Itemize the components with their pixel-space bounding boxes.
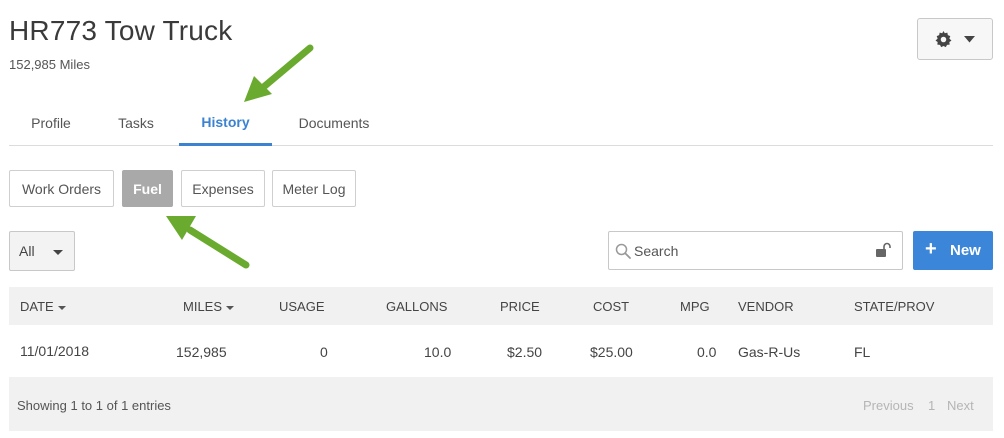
column-header-state[interactable]: STATE/PROV	[854, 299, 934, 314]
arrow-annotation	[166, 216, 250, 269]
column-header-price[interactable]: PRICE	[500, 299, 540, 314]
column-header-date[interactable]: DATE	[20, 299, 66, 314]
table-footer: Showing 1 to 1 of 1 entries Previous 1 N…	[9, 377, 993, 431]
cell-usage: 0	[320, 344, 328, 360]
search-box	[608, 231, 903, 270]
cell-mpg: 0.0	[697, 344, 717, 360]
cell-gallons: 10.0	[424, 344, 452, 360]
cell-state: FL	[854, 344, 871, 360]
cell-miles: 152,985	[176, 344, 227, 360]
pager-next[interactable]: Next	[947, 398, 974, 413]
arrow-annotation	[244, 44, 314, 102]
entries-info: Showing 1 to 1 of 1 entries	[17, 398, 171, 413]
search-input[interactable]	[634, 232, 869, 269]
filter-select[interactable]: All	[9, 231, 75, 271]
main-tabs: Profile Tasks History Documents	[9, 100, 993, 146]
vehicle-mileage: 152,985 Miles	[9, 57, 90, 72]
table-header: DATE MILES USAGE GALLONS PRICE COST MPG …	[9, 287, 993, 325]
search-icon	[615, 243, 631, 264]
subtab-fuel[interactable]: Fuel	[122, 170, 173, 207]
chevron-down-icon	[53, 250, 63, 255]
new-button[interactable]: + New	[913, 231, 993, 270]
sort-caret-icon	[57, 305, 66, 310]
table-row[interactable]: 11/01/2018 152,985 0 10.0 $2.50 $25.00 0…	[9, 325, 993, 377]
subtab-meter-log[interactable]: Meter Log	[272, 170, 356, 207]
cell-cost: $25.00	[590, 344, 633, 360]
settings-dropdown-button[interactable]	[917, 18, 993, 60]
column-header-miles[interactable]: MILES	[183, 299, 235, 314]
gear-icon	[935, 30, 952, 48]
filter-select-value: All	[19, 243, 35, 259]
cell-price: $2.50	[507, 344, 543, 360]
new-button-label: New	[950, 242, 981, 259]
tab-tasks[interactable]: Tasks	[97, 100, 175, 146]
page-title: HR773 Tow Truck	[9, 15, 233, 46]
subtab-work-orders[interactable]: Work Orders	[9, 170, 114, 207]
chevron-down-icon	[964, 35, 975, 43]
pager-page-1[interactable]: 1	[928, 398, 935, 413]
column-header-gallons[interactable]: GALLONS	[386, 299, 447, 314]
cell-vendor: Gas-R-Us	[738, 344, 801, 360]
pager-previous[interactable]: Previous	[863, 398, 914, 413]
plus-icon: +	[925, 238, 937, 260]
lock-icon[interactable]	[875, 242, 893, 263]
column-header-vendor[interactable]: VENDOR	[738, 299, 794, 314]
subtab-expenses[interactable]: Expenses	[181, 170, 265, 207]
cell-date: 11/01/2018	[20, 343, 90, 359]
sort-caret-icon	[226, 305, 235, 310]
column-header-cost[interactable]: COST	[593, 299, 629, 314]
column-header-mpg[interactable]: MPG	[680, 299, 710, 314]
tab-profile[interactable]: Profile	[9, 100, 93, 146]
column-header-usage[interactable]: USAGE	[279, 299, 325, 314]
